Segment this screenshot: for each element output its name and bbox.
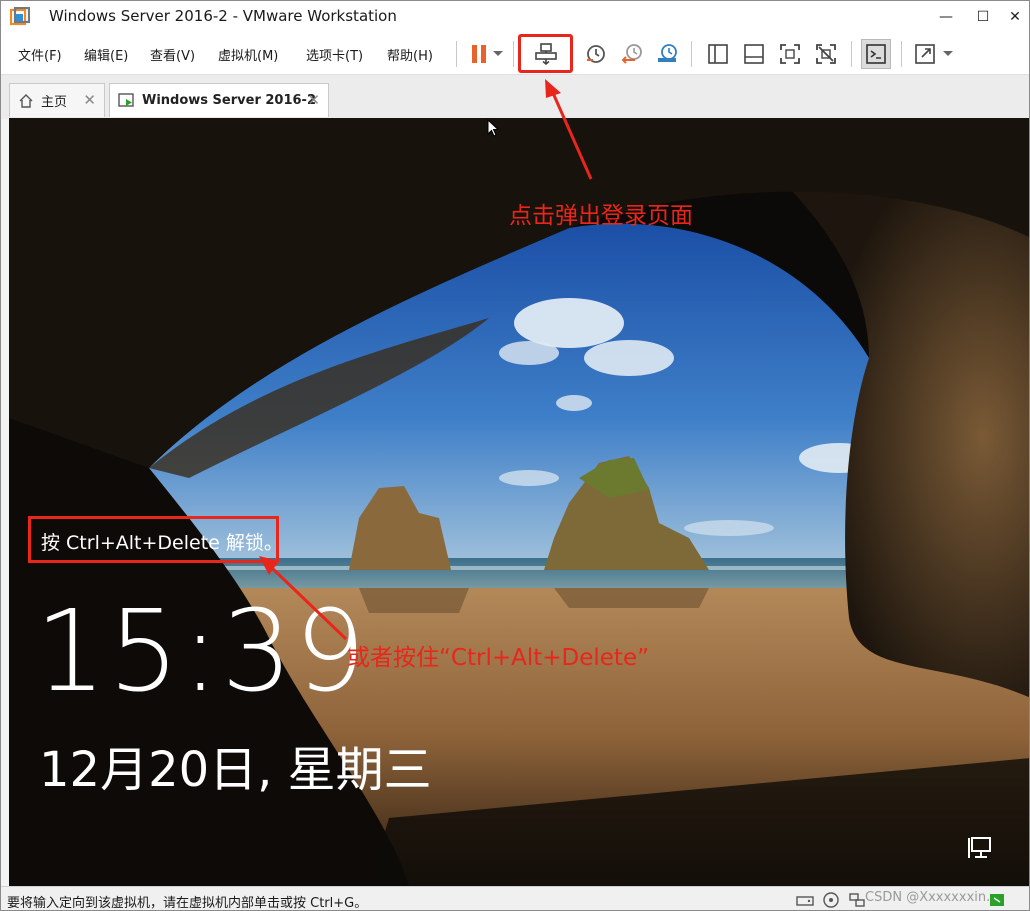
network-adapter-icon[interactable] [847,891,867,909]
mouse-cursor-icon [487,119,500,137]
status-bar: 要将输入定向到该虚拟机，请在虚拟机内部单击或按 Ctrl+G。 CSDN @Xx… [1,886,1029,911]
annotation-keyboard-note: 或者按住“Ctrl+Alt+Delete” [347,645,650,671]
csdn-watermark: CSDN @Xxxxxxxin. [865,890,991,905]
cd-rom-icon[interactable] [821,891,841,909]
annotation-arrows [259,79,593,641]
status-text: 要将输入定向到该虚拟机，请在虚拟机内部单击或按 Ctrl+G。 [7,896,368,911]
vm-status-icon[interactable] [987,891,1007,909]
vmware-window: Windows Server 2016-2 - VMware Workstati… [0,0,1030,911]
annotation-toolbar-note: 点击弹出登录页面 [509,203,693,229]
hard-disk-icon[interactable] [795,891,815,909]
